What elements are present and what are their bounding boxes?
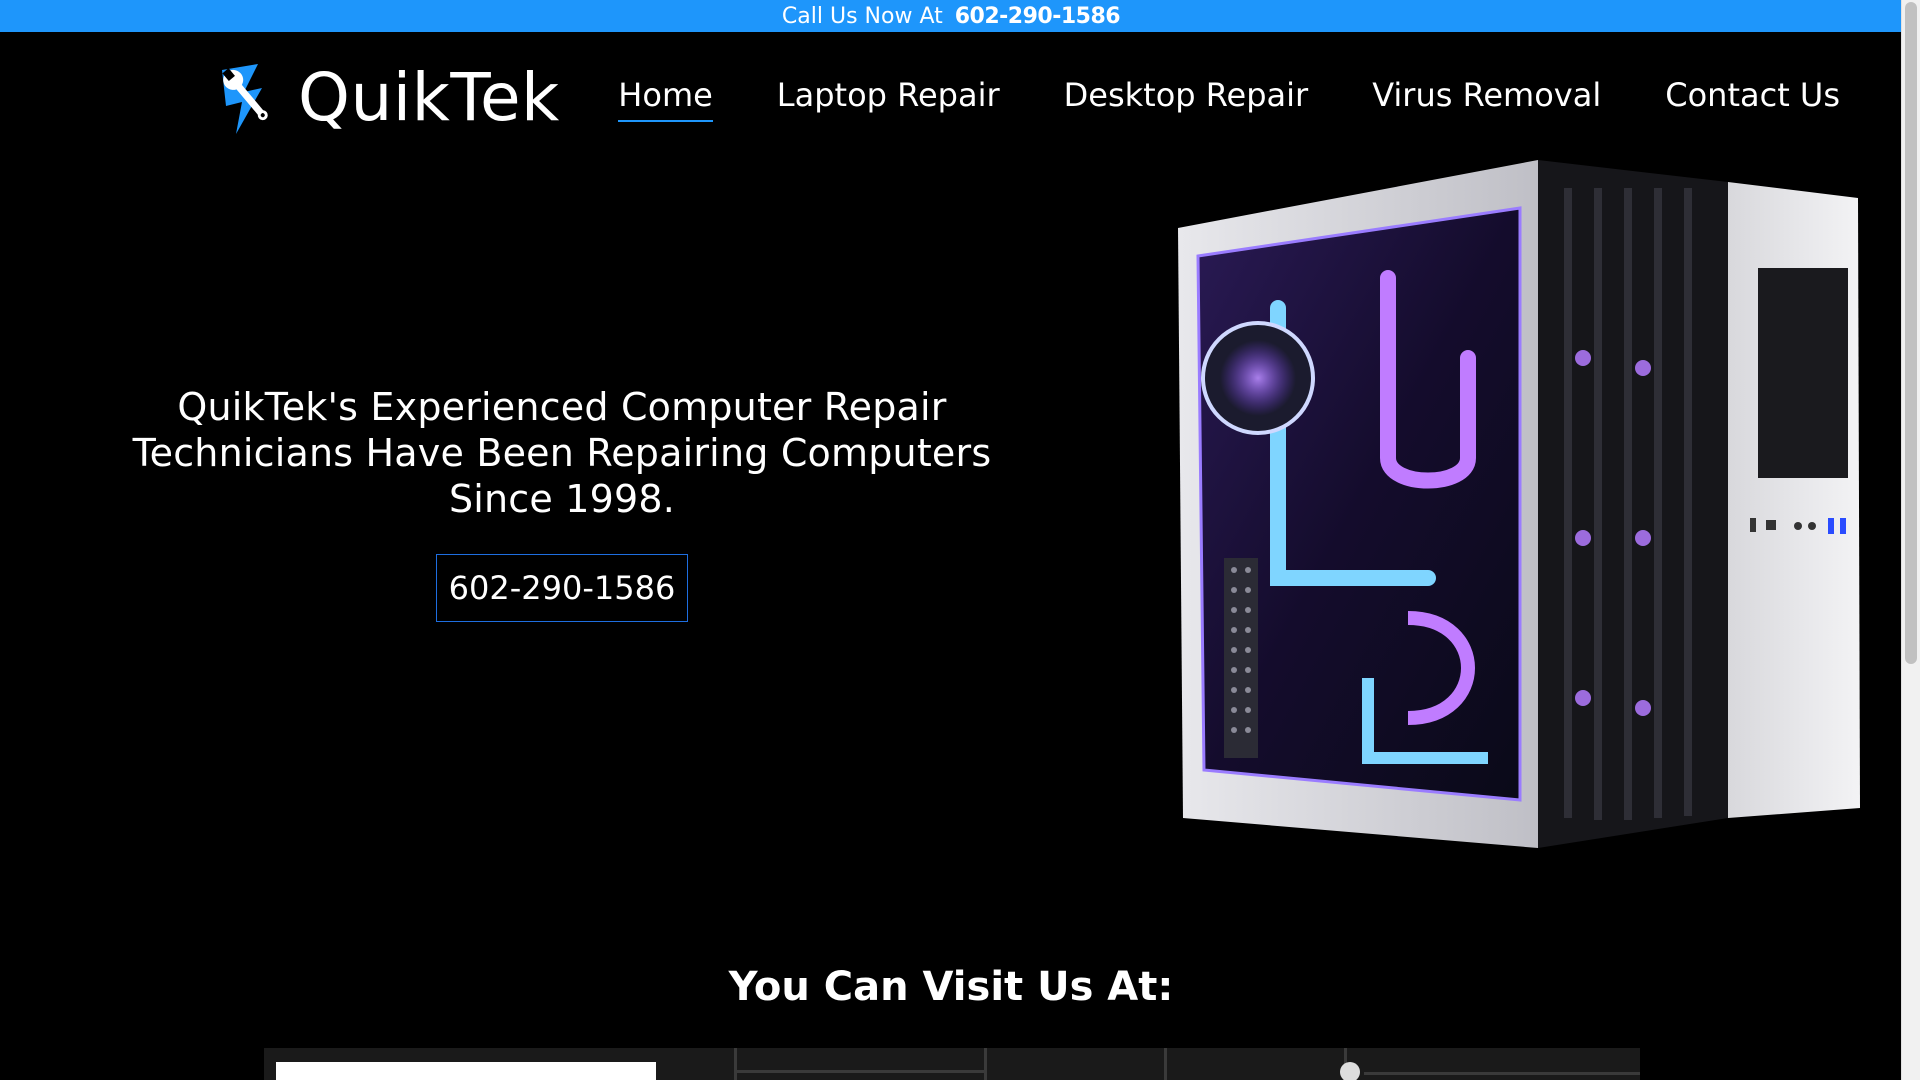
- hero-phone-button[interactable]: 602-290-1586: [435, 554, 689, 622]
- hero-headline: QuikTek's Experienced Computer Repair Te…: [132, 385, 992, 521]
- nav-contact-us[interactable]: Contact Us: [1665, 76, 1840, 122]
- call-us-bar: Call Us Now At 602-290-1586: [0, 0, 1902, 32]
- map-road: [1364, 1072, 1640, 1075]
- location-map[interactable]: [264, 1048, 1640, 1080]
- gaming-pc-case-image: [1168, 158, 1868, 848]
- nav-desktop-repair[interactable]: Desktop Repair: [1064, 76, 1309, 122]
- nav-home[interactable]: Home: [618, 76, 713, 122]
- call-us-phone-link[interactable]: 602-290-1586: [955, 4, 1121, 29]
- hero: QuikTek's Experienced Computer Repair Te…: [120, 384, 1004, 622]
- scrollbar-thumb[interactable]: [1905, 2, 1917, 664]
- main-nav: Home Laptop Repair Desktop Repair Virus …: [554, 76, 1840, 122]
- map-road: [734, 1070, 984, 1073]
- nav-virus-removal[interactable]: Virus Removal: [1372, 76, 1601, 122]
- visit-heading: You Can Visit Us At:: [728, 964, 1174, 1010]
- brand-name: QuikTek: [298, 59, 560, 136]
- map-road: [1164, 1048, 1167, 1080]
- call-us-text: Call Us Now At: [781, 3, 943, 29]
- map-road: [984, 1048, 987, 1080]
- page: Call Us Now At 602-290-1586 QuikTek Home…: [0, 0, 1920, 1080]
- nav-laptop-repair[interactable]: Laptop Repair: [777, 76, 1000, 122]
- map-address-card: [276, 1062, 656, 1080]
- page-scrollbar[interactable]: [1901, 0, 1920, 1080]
- map-road: [734, 1048, 737, 1080]
- site-header: QuikTek Home Laptop Repair Desktop Repai…: [0, 32, 1902, 162]
- wrench-lightning-icon: [214, 62, 284, 134]
- logo[interactable]: QuikTek: [214, 62, 560, 134]
- map-pin-icon: [1340, 1062, 1360, 1080]
